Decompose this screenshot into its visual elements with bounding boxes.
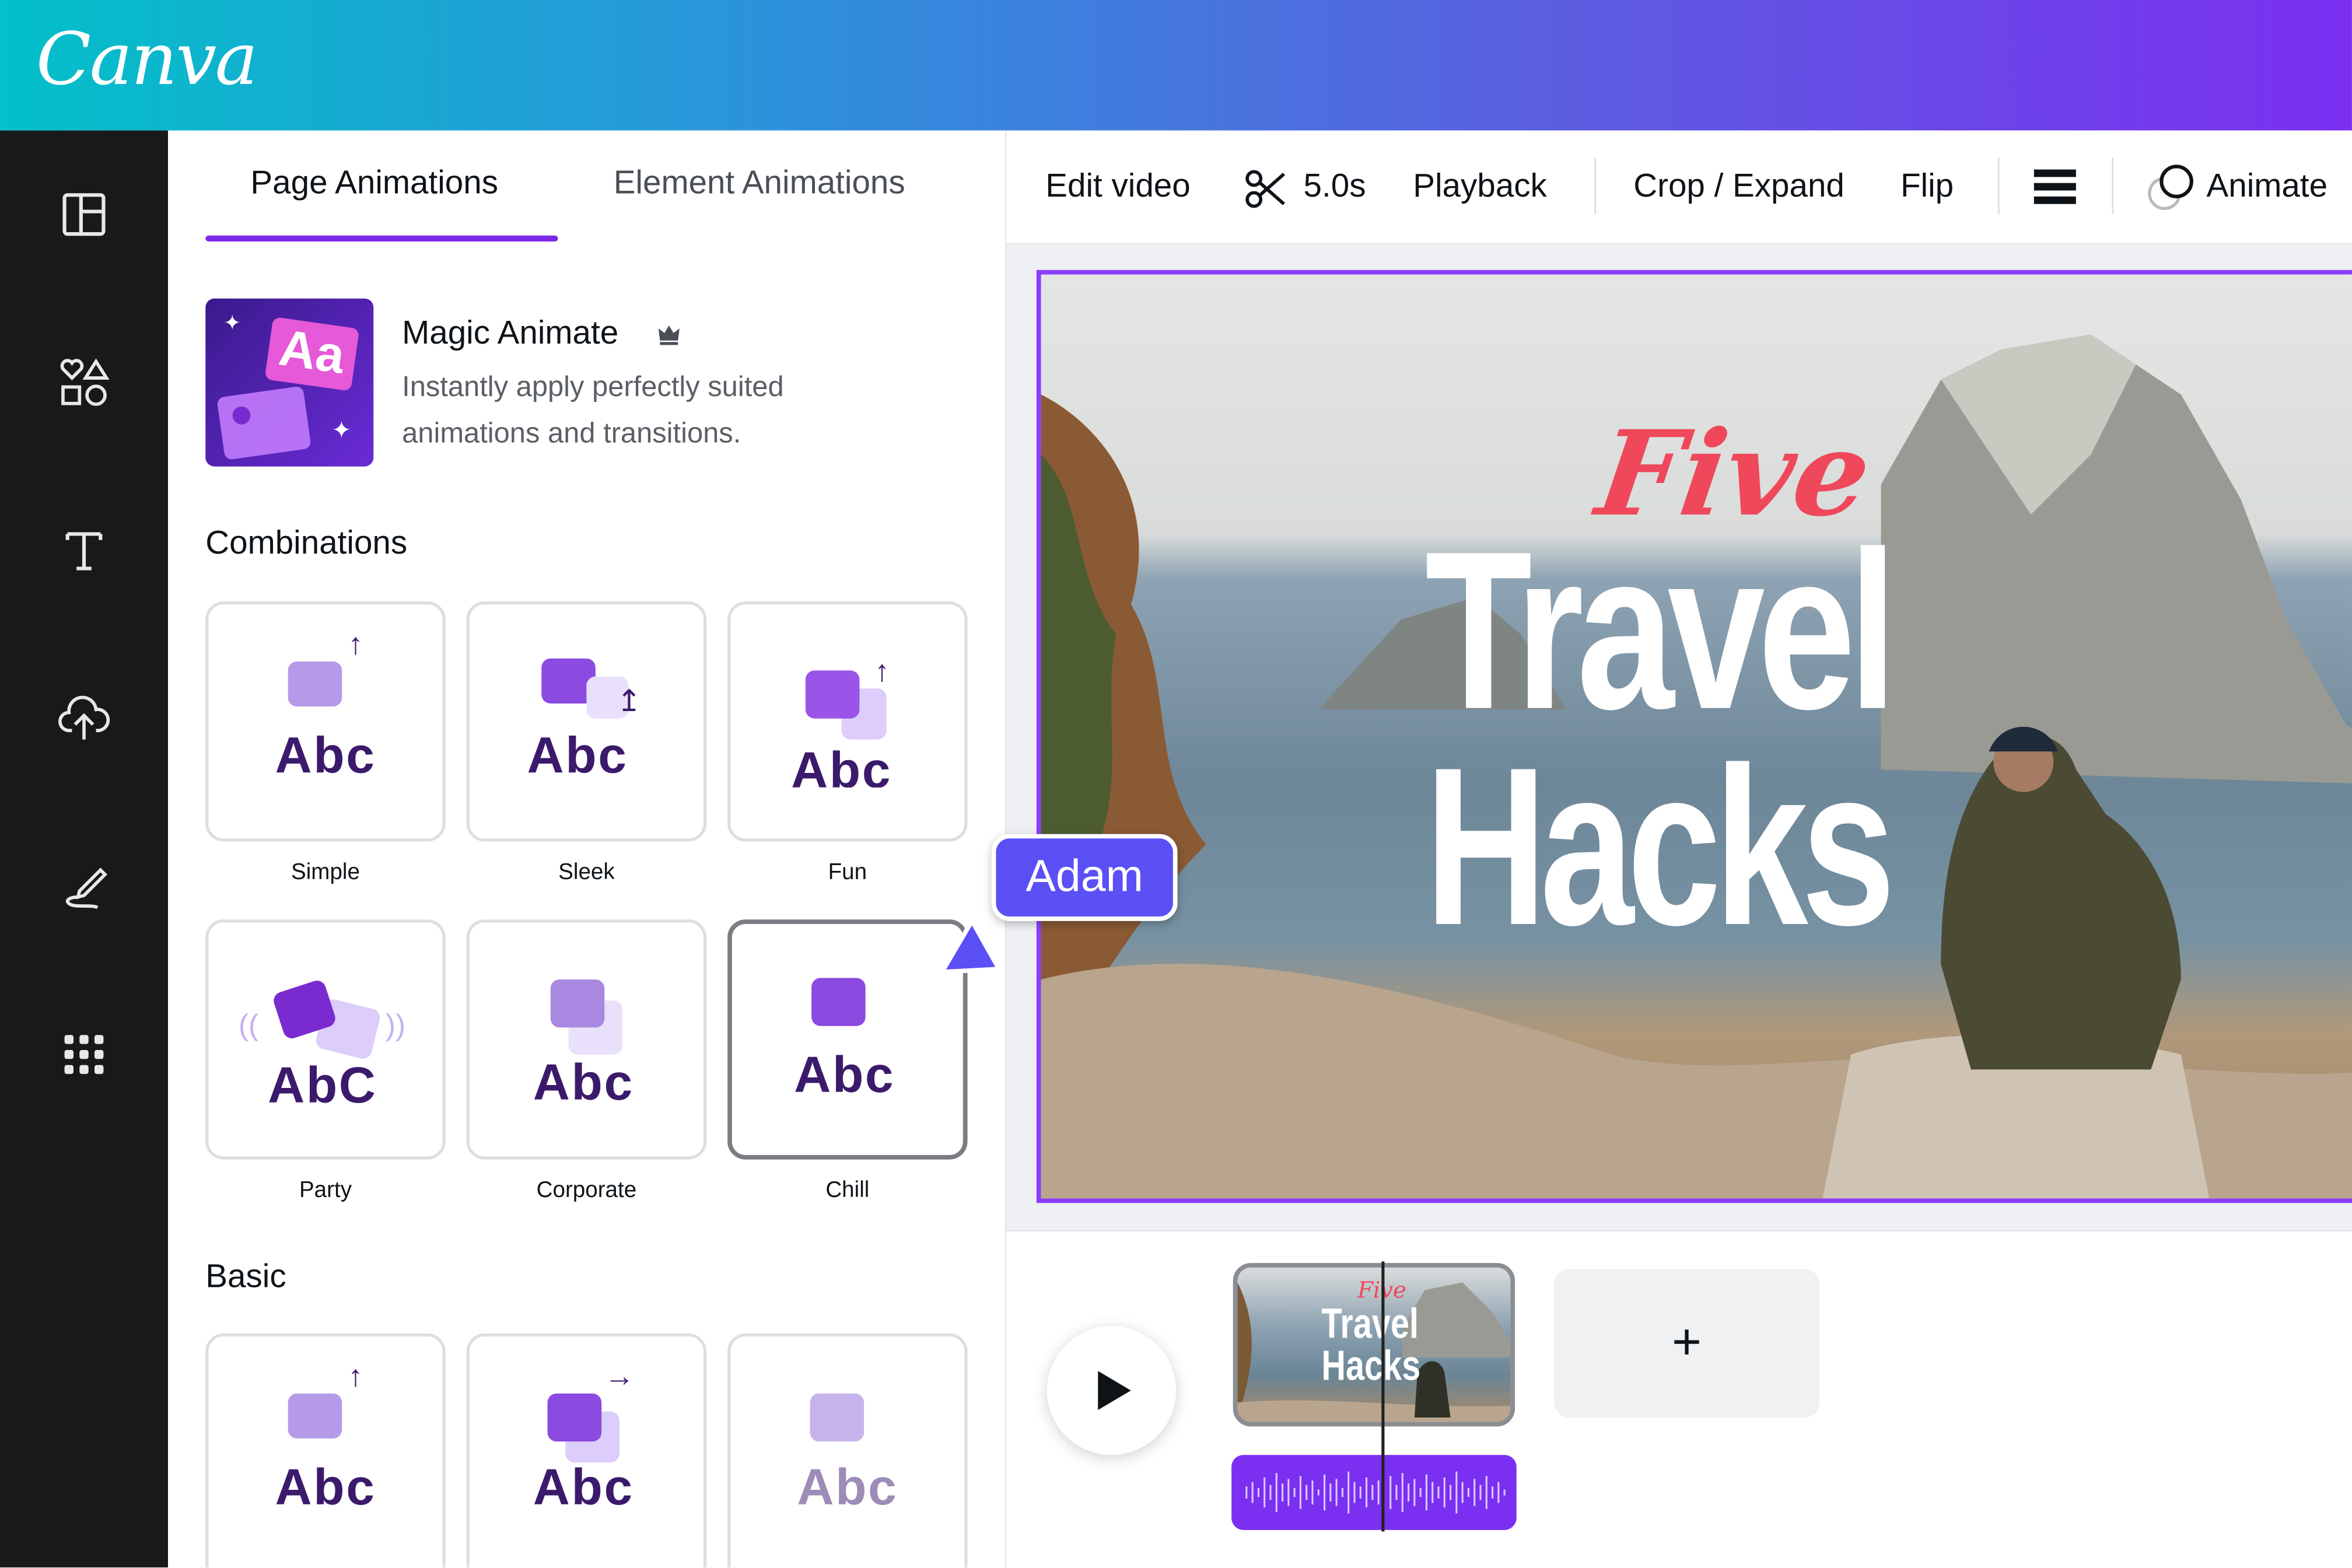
abc-preview: Abc [527, 727, 628, 785]
design-title-hacks[interactable]: Hacks [1425, 733, 1895, 958]
animations-panel: Page Animations Element Animations Aa ✦ … [167, 130, 1007, 1568]
design-page[interactable]: Five Travel Hacks [1036, 270, 2352, 1203]
combination-label: Party [299, 1177, 352, 1203]
playhead[interactable] [1381, 1261, 1385, 1532]
combination-card-sleek[interactable]: ↥ Abc [466, 601, 707, 842]
upload-arrow-icon: ↥ [616, 685, 642, 719]
play-icon [1098, 1371, 1131, 1410]
abc-preview: Abc [533, 1054, 634, 1102]
draw-icon[interactable] [54, 856, 114, 916]
animate-icon[interactable] [2147, 162, 2194, 213]
arrow-right-icon: → [604, 1360, 635, 1394]
apps-icon[interactable] [54, 1024, 114, 1084]
toolbar-divider [2112, 157, 2114, 215]
arrow-up-icon: ↑ [348, 1360, 363, 1394]
design-title-travel[interactable]: Travel [1425, 517, 1898, 743]
abc-preview: Abc [275, 727, 376, 785]
basic-card-rise[interactable]: ↑ Abc [205, 1333, 446, 1568]
image-icon [805, 670, 860, 719]
audio-track[interactable] [1231, 1455, 1517, 1530]
combination-card-party[interactable]: (( )) AbC [205, 919, 446, 1160]
combination-label: Sleek [558, 859, 615, 886]
arrow-up-icon: ↑ [874, 655, 890, 689]
image-icon [810, 1393, 864, 1442]
edit-video-button[interactable]: Edit video [1045, 166, 1190, 205]
playback-button[interactable]: Playback [1413, 166, 1547, 205]
combination-label: Simple [291, 859, 360, 886]
canva-logo[interactable]: Canva [36, 18, 258, 102]
uploads-icon[interactable] [54, 688, 114, 748]
combination-card-simple[interactable]: ↑ Abc [205, 601, 446, 842]
combination-label: Chill [825, 1177, 870, 1203]
sparkle-icon: ✦ [331, 418, 352, 444]
flip-button[interactable]: Flip [1901, 166, 1954, 205]
magic-thumb-text: Aa [275, 320, 348, 386]
image-icon [547, 1393, 602, 1442]
active-tab-indicator [205, 235, 558, 242]
tab-element-animations[interactable]: Element Animations [614, 163, 905, 202]
timeline-page-thumbnail[interactable]: Five Travel Hacks [1233, 1263, 1516, 1427]
combination-card-chill[interactable]: Abc [727, 919, 968, 1160]
elements-icon[interactable] [54, 352, 114, 412]
audio-waveform [1231, 1455, 1517, 1514]
basic-heading: Basic [205, 1256, 286, 1295]
arrow-up-icon: ↑ [348, 628, 363, 662]
magic-animate-description: Instantly apply perfectly suited animati… [402, 372, 784, 450]
text-icon[interactable] [54, 520, 114, 580]
toolbar-divider [1594, 157, 1596, 215]
abc-preview: Abc [794, 1046, 895, 1104]
abc-preview: AbC [268, 1057, 377, 1115]
collaborator-cursor-icon [939, 918, 1005, 978]
magic-animate-thumbnail[interactable]: Aa ✦ ✦ [205, 298, 374, 467]
add-page-button[interactable]: + [1553, 1269, 1820, 1418]
combination-card-corporate[interactable]: Abc [466, 919, 707, 1160]
image-icon [550, 979, 605, 1028]
combination-card-fun[interactable]: ↑ Abc [727, 601, 968, 842]
canvas-area: Five Travel Hacks [1006, 244, 2352, 1230]
left-rail [0, 130, 168, 1568]
scissors-icon[interactable] [1244, 166, 1289, 211]
animate-button[interactable]: Animate [2207, 166, 2328, 205]
magic-animate-title[interactable]: Magic Animate [402, 313, 618, 352]
templates-icon[interactable] [54, 184, 114, 244]
crown-icon [657, 323, 681, 346]
editor-toolbar: Edit video 5.0s Playback Crop / Expand F… [1006, 130, 2352, 245]
image-icon [288, 1393, 342, 1438]
image-icon [811, 978, 866, 1026]
crop-expand-button[interactable]: Crop / Expand [1633, 166, 1845, 205]
combinations-heading: Combinations [205, 523, 408, 561]
thumb-travel: Travel [1321, 1300, 1419, 1348]
sparkle-icon: ✦ [223, 310, 242, 335]
abc-preview: Abc [275, 1459, 376, 1517]
collaborator-name-tag: Adam [991, 834, 1178, 921]
top-header: Canva [0, 0, 2352, 131]
basic-card-pan[interactable]: → Abc [466, 1333, 707, 1568]
abc-preview: Abc [797, 1459, 898, 1517]
thumb-hacks: Hacks [1321, 1342, 1421, 1390]
abc-preview: Abc [791, 742, 892, 788]
combination-label: Fun [828, 859, 867, 886]
duration-label[interactable]: 5.0s [1304, 166, 1366, 205]
tab-page-animations[interactable]: Page Animations [250, 163, 498, 202]
play-button[interactable] [1046, 1326, 1176, 1455]
position-icon[interactable] [2032, 166, 2077, 208]
canva-editor: Canva Page Animations Element Animations [0, 0, 2352, 1568]
image-icon [288, 661, 342, 707]
timeline: Five Travel Hacks + [1006, 1230, 2352, 1568]
basic-card-fade[interactable]: Abc [727, 1333, 968, 1568]
toolbar-divider [1998, 157, 2000, 215]
abc-preview: Abc [533, 1459, 634, 1517]
combination-label: Corporate [536, 1177, 637, 1203]
